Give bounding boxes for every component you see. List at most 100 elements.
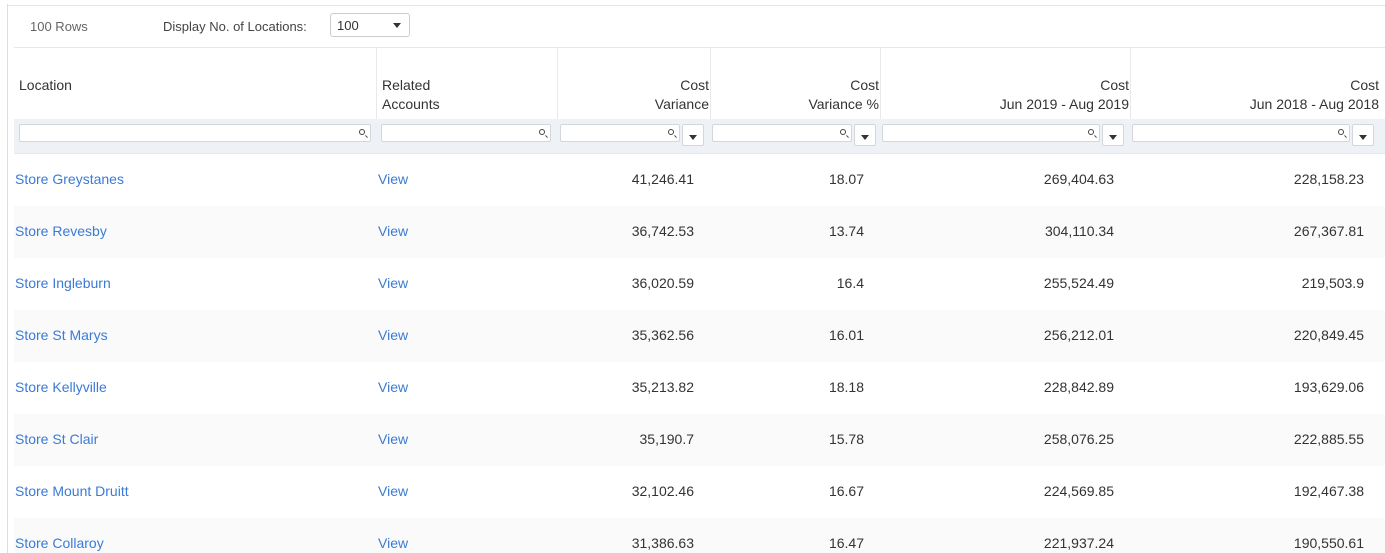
column-header-label-line1: Cost: [850, 77, 879, 93]
location-link[interactable]: Store St Clair: [15, 431, 98, 447]
location-link[interactable]: Store Collaroy: [15, 535, 104, 551]
location-link[interactable]: Store Ingleburn: [15, 275, 111, 291]
table-toolbar: 100 Rows Display No. of Locations: 100: [0, 10, 1385, 42]
locations-grid: Location Related Accounts Cost Variance …: [14, 47, 1385, 553]
cost-2018-value: 190,550.61: [1293, 535, 1364, 551]
column-header-label: Location: [19, 77, 72, 93]
column-header-cost-2019[interactable]: Cost Jun 2019 - Aug 2019: [880, 48, 1130, 119]
column-header-label-line2: Accounts: [382, 96, 440, 112]
cost-variance-pct-filter-menu-button[interactable]: [854, 124, 876, 146]
view-accounts-link[interactable]: View: [378, 275, 408, 291]
cost-2018-value: 193,629.06: [1293, 379, 1364, 395]
search-icon: [668, 129, 674, 135]
view-accounts-link[interactable]: View: [378, 483, 408, 499]
cost-2018-value: 192,467.38: [1293, 483, 1364, 499]
cost-2018-value: 219,503.9: [1301, 275, 1364, 291]
cost-2018-filter-input[interactable]: [1132, 124, 1350, 142]
column-header-cost-variance[interactable]: Cost Variance: [557, 48, 710, 119]
search-icon: [359, 129, 365, 135]
column-header-label-line2: Variance: [654, 96, 709, 112]
column-header-label-line2: Variance %: [808, 96, 879, 112]
chevron-down-icon: [393, 23, 401, 28]
view-accounts-link[interactable]: View: [378, 327, 408, 343]
cost-2018-value: 267,367.81: [1293, 223, 1364, 239]
location-link[interactable]: Store Mount Druitt: [15, 483, 129, 499]
filter-cost-variance-pct: [712, 123, 876, 146]
location-filter-input[interactable]: [19, 124, 371, 142]
cost-variance-pct-value: 18.07: [828, 171, 864, 187]
caret-down-icon: [1359, 135, 1367, 140]
column-header-label-line1: Cost: [1350, 77, 1379, 93]
column-header-label-line1: Cost: [1100, 77, 1129, 93]
cost-2019-value: 224,569.85: [1043, 483, 1114, 499]
grid-body: Store Greystanes View 41,246.41 18.07 26…: [14, 154, 1385, 553]
view-accounts-link[interactable]: View: [378, 223, 408, 239]
cost-variance-value: 36,742.53: [631, 223, 694, 239]
top-divider: [7, 5, 1385, 6]
row-count-label: 100 Rows: [30, 19, 88, 34]
search-icon: [1088, 129, 1094, 135]
cost-variance-value: 32,102.46: [631, 483, 694, 499]
display-locations-value: 100: [337, 18, 359, 33]
table-row: Store Ingleburn View 36,020.59 16.4 255,…: [14, 258, 1385, 310]
view-accounts-link[interactable]: View: [378, 171, 408, 187]
view-accounts-link[interactable]: View: [378, 431, 408, 447]
cost-2018-filter-menu-button[interactable]: [1352, 124, 1374, 146]
cost-variance-value: 31,386.63: [631, 535, 694, 551]
filter-cost-2018: [1132, 123, 1376, 146]
related-accounts-filter-input[interactable]: [381, 124, 551, 142]
cost-variance-pct-value: 16.67: [828, 483, 864, 499]
display-locations-select[interactable]: 100: [330, 13, 410, 37]
cost-2019-value: 255,524.49: [1043, 275, 1114, 291]
cost-variance-value: 36,020.59: [631, 275, 694, 291]
cost-2018-value: 222,885.55: [1293, 431, 1364, 447]
table-row: Store Mount Druitt View 32,102.46 16.67 …: [14, 466, 1385, 518]
cost-variance-value: 35,190.7: [639, 431, 695, 447]
cost-variance-pct-value: 13.74: [828, 223, 864, 239]
caret-down-icon: [689, 135, 697, 140]
cost-2018-value: 228,158.23: [1293, 171, 1364, 187]
view-accounts-link[interactable]: View: [378, 535, 408, 551]
cost-2019-value: 221,937.24: [1043, 535, 1114, 551]
cost-variance-filter-input[interactable]: [560, 124, 680, 142]
cost-variance-pct-value: 18.18: [828, 379, 864, 395]
filter-related-accounts: [381, 123, 551, 145]
location-link[interactable]: Store Revesby: [15, 223, 107, 239]
table-row: Store Collaroy View 31,386.63 16.47 221,…: [14, 518, 1385, 553]
filter-cost-variance: [560, 123, 706, 146]
filter-location: [19, 123, 371, 145]
grid-header: Location Related Accounts Cost Variance …: [14, 47, 1385, 119]
cost-variance-pct-value: 16.4: [836, 275, 864, 291]
column-header-cost-2018[interactable]: Cost Jun 2018 - Aug 2018: [1130, 48, 1380, 119]
view-accounts-link[interactable]: View: [378, 379, 408, 395]
location-link[interactable]: Store Kellyville: [15, 379, 107, 395]
filter-cost-2019: [882, 123, 1126, 146]
cost-2019-filter-menu-button[interactable]: [1102, 124, 1124, 146]
cost-2019-value: 228,842.89: [1043, 379, 1114, 395]
table-row: Store St Clair View 35,190.7 15.78 258,0…: [14, 414, 1385, 466]
cost-variance-pct-value: 16.47: [828, 535, 864, 551]
column-header-location[interactable]: Location: [14, 48, 376, 119]
column-header-label-line1: Cost: [680, 77, 709, 93]
filter-row: [14, 119, 1385, 154]
column-header-related-accounts[interactable]: Related Accounts: [376, 48, 558, 119]
report-page: 100 Rows Display No. of Locations: 100 L…: [0, 0, 1385, 553]
caret-down-icon: [861, 135, 869, 140]
cost-2019-value: 269,404.63: [1043, 171, 1114, 187]
cost-variance-value: 35,362.56: [631, 327, 694, 343]
display-locations-label: Display No. of Locations:: [163, 19, 307, 34]
cost-2019-filter-input[interactable]: [882, 124, 1100, 142]
cost-variance-pct-filter-input[interactable]: [712, 124, 852, 142]
left-divider: [7, 4, 8, 553]
column-header-label-line2: Jun 2019 - Aug 2019: [999, 96, 1129, 112]
search-icon: [1338, 129, 1344, 135]
cost-2018-value: 220,849.45: [1293, 327, 1364, 343]
caret-down-icon: [1109, 135, 1117, 140]
table-row: Store St Marys View 35,362.56 16.01 256,…: [14, 310, 1385, 362]
cost-variance-value: 35,213.82: [631, 379, 694, 395]
location-link[interactable]: Store St Marys: [15, 327, 108, 343]
column-header-cost-variance-pct[interactable]: Cost Variance %: [710, 48, 880, 119]
cost-variance-filter-menu-button[interactable]: [682, 124, 704, 146]
location-link[interactable]: Store Greystanes: [15, 171, 124, 187]
cost-variance-pct-value: 16.01: [828, 327, 864, 343]
